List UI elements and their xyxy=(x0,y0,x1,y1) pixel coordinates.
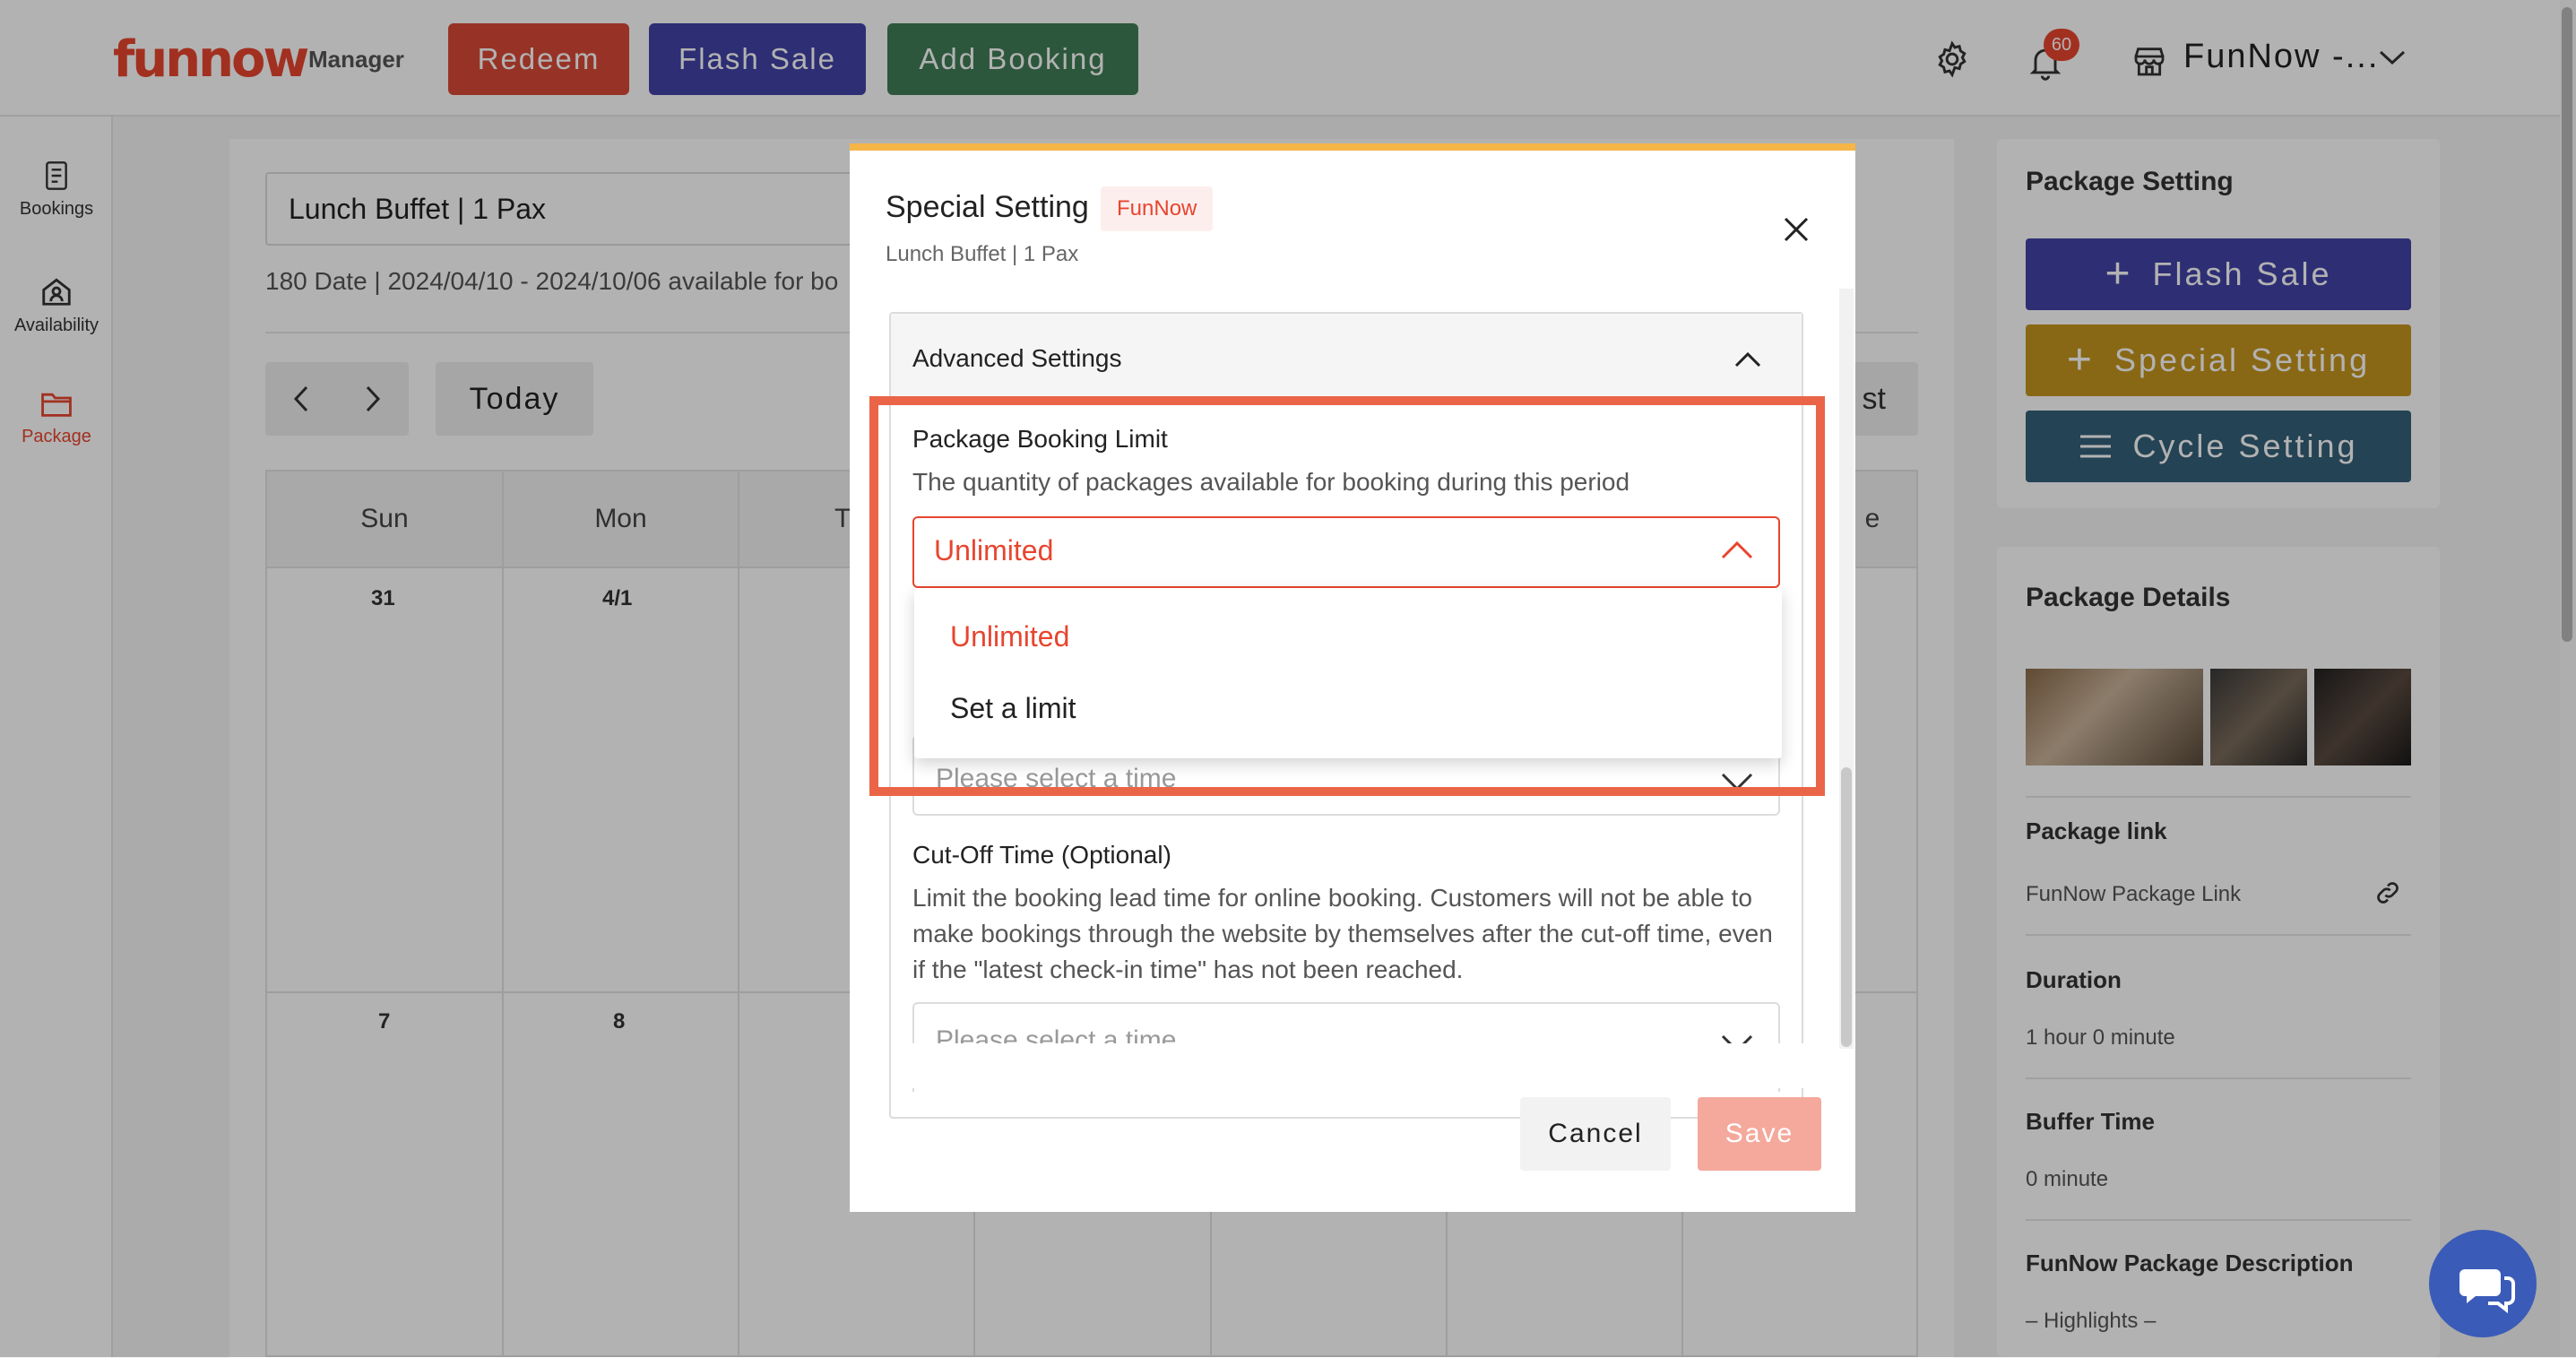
cutoff-time-description: Limit the booking lead time for online b… xyxy=(912,884,1773,983)
chevron-down-icon[interactable] xyxy=(1719,1031,1755,1043)
funnow-badge: FunNow xyxy=(1101,186,1214,231)
chevron-up-icon[interactable] xyxy=(1733,350,1762,369)
advanced-settings-title: Advanced Settings xyxy=(912,344,1122,372)
modal-title: Special Setting xyxy=(886,190,1089,224)
cutoff-time-title: Cut-Off Time (Optional) xyxy=(912,841,1171,869)
chat-button[interactable] xyxy=(2429,1230,2537,1337)
cancel-button[interactable]: Cancel xyxy=(1520,1097,1671,1171)
modal-subtitle: Lunch Buffet | 1 Pax xyxy=(886,242,1079,266)
cutoff-time-placeholder: Please select a time xyxy=(936,1025,1177,1043)
chat-bubble-icon xyxy=(2459,1269,2515,1314)
close-icon[interactable] xyxy=(1778,212,1814,247)
modal-body-clip xyxy=(891,1043,1837,1088)
modal-scrollbar-thumb[interactable] xyxy=(1841,767,1852,1047)
highlight-annotation-box xyxy=(869,396,1825,796)
save-button[interactable]: Save xyxy=(1698,1097,1821,1171)
